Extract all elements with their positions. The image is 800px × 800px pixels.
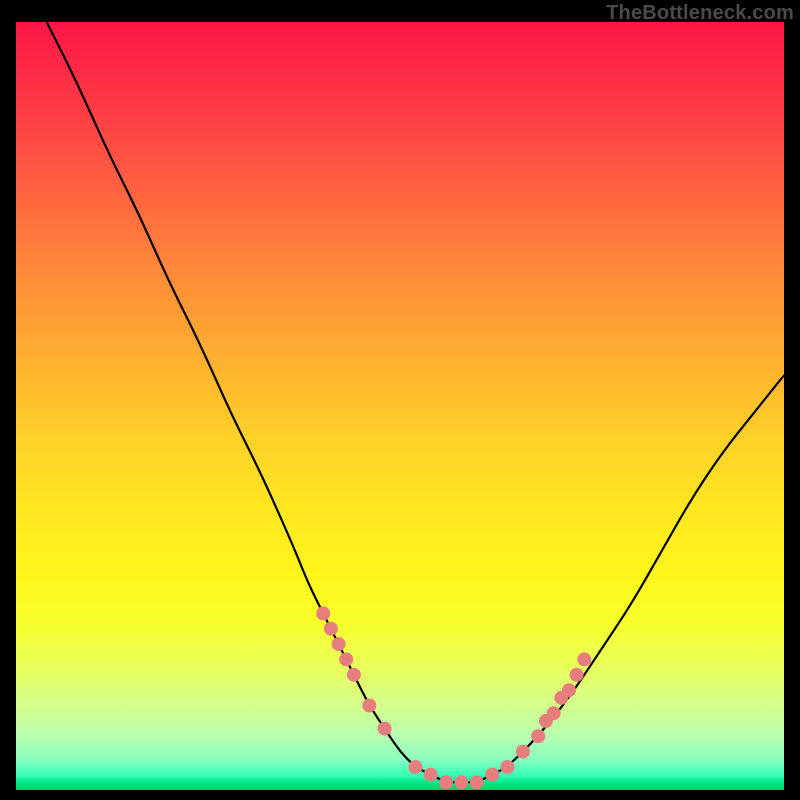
chart-frame: [16, 22, 784, 790]
chart-gradient-background: [16, 22, 784, 790]
